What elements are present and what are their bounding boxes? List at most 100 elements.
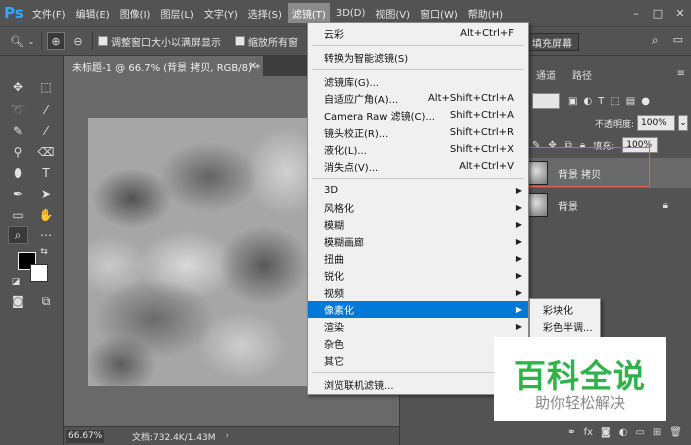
- document-canvas[interactable]: [88, 118, 308, 386]
- close-icon[interactable]: ✕: [669, 0, 691, 26]
- pen-tool-icon[interactable]: ✒: [8, 185, 28, 203]
- menu-item-vanishing-point[interactable]: 消失点(V)... Alt+Ctrl+V: [308, 158, 528, 175]
- menu-3d[interactable]: 3D(D): [332, 3, 370, 23]
- path-select-icon[interactable]: ➤: [36, 185, 56, 203]
- search-icon[interactable]: ⌕: [652, 33, 659, 48]
- resize-windows-checkbox[interactable]: [98, 36, 108, 46]
- menu-item-adaptive-wide-angle[interactable]: 自适应广角(A)... Alt+Shift+Ctrl+A: [308, 90, 528, 107]
- document-tab[interactable]: 未标题-1 @ 66.7% (背景 拷贝, RGB/8) * ✕: [64, 56, 264, 76]
- menu-item-render[interactable]: 渲染 ▶: [308, 318, 528, 335]
- zoom-all-label: 缩放所有窗: [248, 37, 298, 49]
- menu-edit[interactable]: 编辑(E): [72, 3, 114, 23]
- fx-icon[interactable]: fx: [584, 427, 593, 438]
- default-colors-icon[interactable]: ◪: [10, 276, 22, 288]
- menu-item-lens-correction[interactable]: 镜头校正(R)... Shift+Ctrl+R: [308, 124, 528, 141]
- chevron-down-icon[interactable]: ⌄: [26, 32, 36, 50]
- brush-tool-icon[interactable]: ⁄: [36, 122, 56, 140]
- menu-type[interactable]: 文字(Y): [200, 3, 242, 23]
- menu-item-stylize[interactable]: 风格化 ▶: [308, 199, 528, 216]
- link-layers-icon[interactable]: ⚭: [567, 427, 575, 438]
- swap-colors-icon[interactable]: ⇆: [38, 246, 50, 258]
- zoom-tool-icon[interactable]: 🔍︎: [8, 32, 26, 50]
- rectangle-tool-icon[interactable]: ▭: [8, 206, 28, 224]
- menu-item-camera-raw[interactable]: Camera Raw 滤镜(C)... Shift+Ctrl+A: [308, 107, 528, 124]
- eraser-tool-icon[interactable]: ⌫: [36, 143, 56, 161]
- menu-item-blur[interactable]: 模糊 ▶: [308, 216, 528, 233]
- chevron-down-icon[interactable]: ⌄: [678, 115, 688, 131]
- menu-view[interactable]: 视图(V): [371, 3, 414, 23]
- menu-item-label: 滤镜库(G)...: [324, 78, 380, 89]
- submenu-item-crystallize[interactable]: 彩块化: [530, 301, 600, 318]
- type-filter-icon[interactable]: T: [598, 96, 604, 107]
- menu-item-label: 镜头校正(R)...: [324, 129, 389, 140]
- fill-screen-button[interactable]: 填充屏幕: [525, 33, 579, 51]
- menu-help[interactable]: 帮助(H): [464, 3, 507, 23]
- menu-image[interactable]: 图像(I): [116, 3, 155, 23]
- filter-toggle-icon[interactable]: ●: [641, 96, 650, 107]
- menu-window[interactable]: 窗口(W): [416, 3, 462, 23]
- menu-item-smart-filter[interactable]: 转换为智能滤镜(S): [308, 49, 528, 66]
- zoom-all-checkbox[interactable]: [235, 36, 245, 46]
- doc-info: 文档:732.4K/1.43M: [132, 432, 216, 443]
- menu-item-clouds[interactable]: 云彩 Alt+Ctrl+F: [308, 25, 528, 42]
- quick-mask-icon[interactable]: ◙: [8, 292, 28, 310]
- opacity-label: 不透明度:: [594, 119, 634, 130]
- pixel-filter-icon[interactable]: ▣: [568, 96, 577, 107]
- lasso-tool-icon[interactable]: ➰: [8, 101, 28, 119]
- screen-mode-icon[interactable]: ⧉: [36, 292, 56, 310]
- tab-paths[interactable]: 路径: [564, 64, 600, 84]
- smart-filter-icon[interactable]: ▤: [626, 96, 635, 107]
- adjustment-layer-icon[interactable]: ◐: [619, 427, 628, 438]
- workspace-icon[interactable]: ▭: [673, 33, 683, 48]
- zoom-out-icon[interactable]: ⊖: [69, 32, 87, 50]
- tab-channels[interactable]: 通道: [528, 64, 564, 84]
- menu-select[interactable]: 选择(S): [244, 3, 286, 23]
- more-tools-icon[interactable]: ⋯: [36, 226, 56, 244]
- background-color-swatch[interactable]: [30, 264, 48, 282]
- mask-icon[interactable]: ◙: [601, 427, 611, 438]
- type-tool-icon[interactable]: T: [36, 164, 56, 182]
- menu-file[interactable]: 文件(F): [28, 3, 70, 23]
- zoom-in-icon[interactable]: ⊕: [47, 32, 65, 50]
- close-tab-icon[interactable]: ✕: [249, 61, 257, 72]
- menu-item-label: 消失点(V)...: [324, 163, 379, 174]
- move-tool-icon[interactable]: ✥: [8, 78, 28, 96]
- menu-filter[interactable]: 滤镜(T): [287, 3, 330, 23]
- maximize-icon[interactable]: □: [647, 0, 669, 26]
- panel-menu-icon[interactable]: ≡: [677, 68, 685, 79]
- trash-icon[interactable]: 🗑︎: [669, 427, 682, 438]
- shape-filter-icon[interactable]: ⬚: [610, 96, 619, 107]
- menu-item-label: 视频: [324, 289, 344, 300]
- kind-filter-select[interactable]: [532, 93, 560, 109]
- hand-tool-icon[interactable]: ✋: [36, 206, 56, 224]
- zoom-tool-icon[interactable]: ⌕: [8, 226, 28, 244]
- menu-item-label: 云彩: [324, 30, 344, 41]
- magic-wand-icon[interactable]: ⁄: [36, 101, 56, 119]
- menu-item-sharpen[interactable]: 锐化 ▶: [308, 267, 528, 284]
- group-icon[interactable]: ▭: [635, 427, 644, 438]
- menu-layer[interactable]: 图层(L): [156, 3, 197, 23]
- menu-item-distort[interactable]: 扭曲 ▶: [308, 250, 528, 267]
- opacity-field[interactable]: 100%: [637, 115, 675, 131]
- menu-item-pixelate[interactable]: 像素化 ▶: [308, 301, 528, 318]
- new-layer-icon[interactable]: ⊞: [653, 427, 661, 438]
- menu-item-filter-gallery[interactable]: 滤镜库(G)...: [308, 73, 528, 90]
- layer-filter-row: ▣ ◐ T ⬚ ▤ ●: [532, 92, 688, 110]
- menu-item-3d[interactable]: 3D ▶: [308, 182, 528, 199]
- eyedropper-tool-icon[interactable]: ✎: [8, 122, 28, 140]
- adjustment-filter-icon[interactable]: ◐: [583, 96, 592, 107]
- zoom-field[interactable]: 66.67%: [66, 429, 104, 443]
- chevron-right-icon[interactable]: ›: [226, 431, 230, 441]
- submenu-item-color-halftone[interactable]: 彩色半调...: [530, 318, 600, 335]
- layer-row[interactable]: 背景 🔒︎: [524, 190, 691, 220]
- menu-item-label: 转换为智能滤镜(S): [324, 54, 409, 65]
- stamp-tool-icon[interactable]: ⚲: [8, 143, 28, 161]
- menu-item-video[interactable]: 视频 ▶: [308, 284, 528, 301]
- menu-item-label: 自适应广角(A)...: [324, 95, 399, 106]
- menu-item-blur-gallery[interactable]: 模糊画廊 ▶: [308, 233, 528, 250]
- menu-item-label: Camera Raw 滤镜(C)...: [324, 112, 435, 123]
- minimize-icon[interactable]: –: [625, 0, 647, 26]
- marquee-tool-icon[interactable]: ⬚: [36, 78, 56, 96]
- menu-item-liquify[interactable]: 液化(L)... Shift+Ctrl+X: [308, 141, 528, 158]
- bucket-tool-icon[interactable]: ⬮: [8, 164, 28, 182]
